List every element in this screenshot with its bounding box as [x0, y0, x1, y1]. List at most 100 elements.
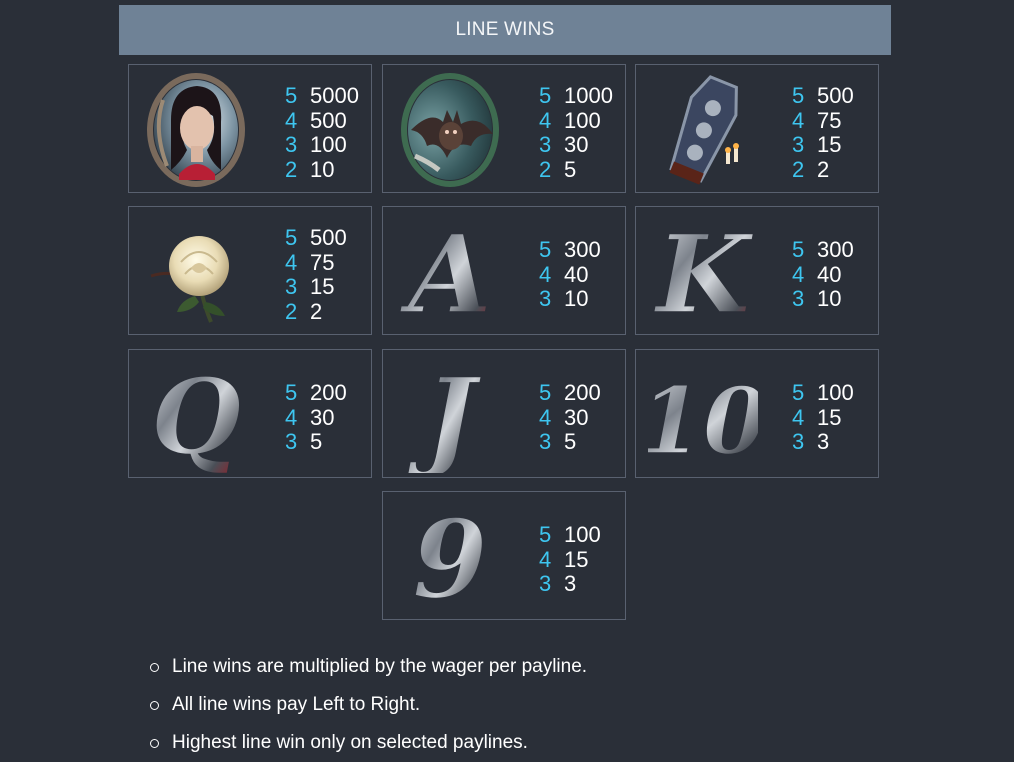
symbol-count: 5	[539, 237, 552, 262]
symbol-count: 4	[285, 404, 298, 430]
payout-row: 4 100	[539, 107, 623, 134]
payout-amount: 40	[817, 261, 842, 287]
letter-k-icon: K	[644, 212, 762, 330]
symbol-count: 5	[792, 83, 805, 108]
symbol-count: 4	[539, 404, 552, 430]
symbol-glyph: J	[407, 355, 481, 473]
payout-row: 5 100	[792, 380, 876, 406]
symbol-count: 3	[285, 429, 298, 454]
payout-row: 5 200	[285, 380, 369, 406]
payout-row: 3 10	[792, 286, 876, 312]
paytable-cell-a: A 5 300 4 40 3 10	[382, 206, 626, 335]
symbol-glyph: K	[653, 212, 754, 330]
payout-row: 4 30	[539, 404, 623, 431]
payout-amount: 30	[564, 132, 589, 157]
payout-amount: 200	[564, 380, 601, 405]
payout-row: 25	[539, 156, 623, 183]
payout-amount: 5000	[310, 83, 359, 108]
payout-row: 4 15	[792, 404, 876, 431]
payout-list: 5 100 4 15 33	[792, 380, 876, 455]
symbol-glyph: 9	[412, 497, 487, 615]
symbol-count: 4	[539, 261, 552, 287]
payout-list: 5 300 4 40 3 10	[792, 237, 876, 312]
bullet-icon	[150, 738, 159, 748]
letter-q-icon: Q	[137, 355, 255, 473]
payout-amount: 15	[564, 546, 589, 572]
payout-amount: 300	[564, 237, 601, 262]
symbol-count: 5	[285, 380, 298, 405]
payout-amount: 30	[564, 404, 589, 430]
symbol-count: 3	[539, 429, 552, 454]
symbol-count: 5	[285, 225, 298, 250]
symbol-glyph: A	[399, 212, 492, 330]
symbol-count: 3	[792, 132, 805, 157]
payout-amount: 500	[817, 83, 854, 108]
paytable-cell-q: Q 5 200 4 30 35	[128, 349, 372, 478]
payout-row: 33	[539, 571, 623, 597]
letter-j-icon: J	[391, 355, 509, 473]
payout-row: 3 15	[285, 274, 369, 300]
coffin-icon	[644, 70, 762, 188]
symbol-count: 4	[792, 404, 805, 430]
payout-row: 35	[285, 429, 369, 455]
payout-amount: 2	[310, 298, 323, 324]
symbol-count: 4	[539, 107, 552, 133]
paytable-cell-k: K 5 300 4 40 3 10	[635, 206, 879, 335]
payout-amount: 10	[564, 286, 589, 311]
payout-row: 3 30	[539, 132, 623, 158]
payout-amount: 2	[817, 156, 830, 182]
symbol-glyph: 10	[648, 367, 758, 473]
payout-amount: 500	[310, 107, 347, 133]
paytable-cell-9: 9 5 100 4 15 33	[382, 491, 626, 620]
payout-amount: 10	[817, 286, 842, 311]
symbol-count: 3	[285, 274, 298, 299]
symbol-count: 3	[792, 429, 805, 454]
payout-list: 5 200 4 30 35	[285, 380, 369, 455]
payout-row: 22	[792, 156, 876, 183]
bullet-icon	[150, 662, 159, 672]
payout-list: 5 200 4 30 35	[539, 380, 623, 455]
payout-row: 5 500	[792, 83, 876, 109]
payout-row: 4 30	[285, 404, 369, 431]
payout-amount: 5	[564, 429, 577, 454]
rules-note: Line wins are multiplied by the wager pe…	[150, 648, 587, 686]
paytable-cell-bat: 5 1000 4 100 3 30 25	[382, 64, 626, 193]
payout-amount: 30	[310, 404, 335, 430]
payout-row: 3 100	[285, 132, 369, 158]
payout-list: 5 500 4 75 3 15 22	[285, 225, 369, 324]
payout-row: 33	[792, 429, 876, 455]
symbol-count: 5	[285, 83, 298, 108]
payout-amount: 75	[310, 249, 335, 275]
symbol-count: 5	[539, 380, 552, 405]
payout-amount: 100	[564, 522, 601, 547]
bullet-icon	[150, 700, 159, 710]
payout-row: 4 40	[792, 261, 876, 288]
symbol-count: 4	[285, 107, 298, 133]
payout-row: 4 15	[539, 546, 623, 573]
symbol-count: 3	[285, 132, 298, 157]
paytable-cell-rose: 5 500 4 75 3 15 22	[128, 206, 372, 335]
payout-row: 5 500	[285, 225, 369, 251]
white-rose-icon	[137, 212, 255, 330]
payout-row: 5 1000	[539, 83, 623, 109]
line-wins-header: LINE WINS	[119, 5, 891, 55]
rules-notes-list: Line wins are multiplied by the wager pe…	[150, 648, 587, 762]
payout-row: 4 75	[792, 107, 876, 134]
payout-row: 5 100	[539, 522, 623, 548]
symbol-count: 2	[285, 298, 298, 324]
payout-amount: 1000	[564, 83, 613, 108]
symbol-count: 5	[792, 237, 805, 262]
payout-row: 2 10	[285, 156, 369, 183]
symbol-count: 5	[539, 522, 552, 547]
symbol-count: 2	[539, 156, 552, 182]
header-title: LINE WINS	[455, 19, 555, 40]
rules-note: Highest line win only on selected paylin…	[150, 724, 587, 762]
symbol-count: 4	[792, 261, 805, 287]
payout-amount: 10	[310, 156, 335, 182]
payout-row: 4 75	[285, 249, 369, 276]
payout-amount: 5	[310, 429, 323, 454]
symbol-count: 4	[539, 546, 552, 572]
payout-amount: 75	[817, 107, 842, 133]
symbol-count: 3	[539, 571, 552, 596]
payout-list: 5 100 4 15 33	[539, 522, 623, 597]
